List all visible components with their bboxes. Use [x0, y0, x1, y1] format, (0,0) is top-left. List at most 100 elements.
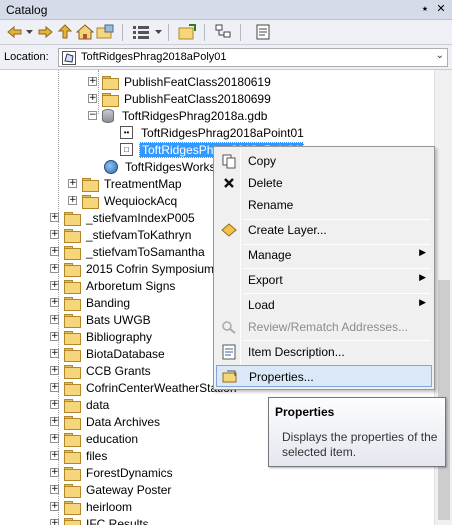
properties-icon — [217, 365, 243, 387]
back-icon[interactable] — [6, 23, 24, 41]
pin-icon[interactable]: ⭑ — [418, 2, 432, 17]
tree-item[interactable]: + PublishFeatClass20180699 — [88, 90, 273, 107]
folder-icon — [64, 262, 81, 277]
folder-icon — [64, 415, 81, 430]
expand-icon[interactable]: + — [50, 315, 59, 324]
tree-item[interactable]: + IFC Results — [50, 515, 151, 525]
tree-item[interactable]: + heirloom — [50, 498, 134, 515]
toggle-contents-icon[interactable] — [176, 23, 198, 41]
tree-item[interactable]: + education — [50, 430, 140, 447]
submenu-arrow-icon: ▶ — [419, 297, 426, 307]
expand-icon[interactable]: + — [50, 502, 59, 511]
tree-item[interactable]: + Gateway Poster — [50, 481, 173, 498]
tree-item[interactable]: ToftRidgesWorks — [104, 158, 217, 175]
menu-item-copy[interactable]: Copy — [216, 150, 432, 172]
tree-item[interactable]: + Data Archives — [50, 413, 162, 430]
delete-icon — [216, 172, 242, 194]
expand-icon[interactable]: + — [50, 519, 59, 525]
folder-icon — [64, 211, 81, 226]
expand-icon[interactable]: + — [88, 77, 97, 86]
review-icon — [216, 316, 242, 338]
submenu-arrow-icon: ▶ — [419, 247, 426, 257]
tree-item[interactable]: + PublishFeatClass20180619 — [88, 73, 273, 90]
expand-icon[interactable]: + — [50, 434, 59, 443]
folder-icon — [64, 330, 81, 345]
views-icon[interactable] — [130, 23, 152, 41]
folder-icon — [64, 313, 81, 328]
tree-item[interactable]: + CCB Grants — [50, 362, 153, 379]
folder-icon — [64, 364, 81, 379]
expand-icon[interactable]: + — [50, 417, 59, 426]
tree-item[interactable]: •• ToftRidgesPhrag2018aPoint01 — [120, 124, 306, 141]
tree-item[interactable]: + WequiockAcq — [68, 192, 179, 209]
expand-icon[interactable]: + — [50, 281, 59, 290]
tree-item[interactable]: + Arboretum Signs — [50, 277, 177, 294]
chevron-down-icon[interactable]: ⌄ — [436, 50, 444, 61]
tree-item[interactable]: + Bats UWGB — [50, 311, 153, 328]
tree-item[interactable]: + ForestDynamics — [50, 464, 175, 481]
tree-item[interactable]: + CofrinCenterWeatherStation — [50, 379, 239, 396]
expand-icon[interactable]: + — [50, 485, 59, 494]
options-icon[interactable] — [212, 23, 234, 41]
tree-item[interactable]: + data — [50, 396, 111, 413]
menu-item-manage[interactable]: Manage ▶ — [216, 244, 432, 266]
up-one-level-icon[interactable] — [56, 23, 74, 41]
menu-item-load[interactable]: Load ▶ — [216, 294, 432, 316]
expand-icon[interactable]: + — [50, 451, 59, 460]
collapse-icon[interactable]: − — [88, 111, 97, 120]
expand-icon[interactable]: + — [68, 196, 77, 205]
location-combo[interactable]: ToftRidgesPhrag2018aPoly01 ⌄ — [58, 48, 448, 67]
expand-icon[interactable]: + — [50, 298, 59, 307]
tree-item[interactable]: + _stiefvamIndexP005 — [50, 209, 197, 226]
expand-icon[interactable]: + — [50, 349, 59, 358]
menu-item-properties[interactable]: Properties... — [216, 365, 432, 387]
expand-icon[interactable]: + — [50, 230, 59, 239]
tree-item[interactable]: − ToftRidgesPhrag2018a.gdb — [88, 107, 269, 124]
window-title: Catalog — [6, 3, 48, 17]
folder-icon — [64, 466, 81, 481]
folder-icon — [64, 279, 81, 294]
views-dropdown-icon[interactable] — [152, 23, 164, 41]
polygon-feature-class-icon — [62, 51, 76, 68]
item-description-icon — [216, 341, 242, 363]
expand-icon[interactable]: + — [50, 468, 59, 477]
metadata-icon[interactable] — [252, 23, 274, 41]
tree-item[interactable]: + _stiefvamToKathryn — [50, 226, 193, 243]
connect-folder-icon[interactable] — [96, 23, 114, 41]
back-dropdown-icon[interactable] — [24, 23, 34, 41]
expand-icon[interactable]: + — [50, 332, 59, 341]
menu-item-item-description[interactable]: Item Description... — [216, 341, 432, 363]
tree-item[interactable]: + Banding — [50, 294, 132, 311]
expand-icon[interactable]: + — [50, 213, 59, 222]
menu-item-export[interactable]: Export ▶ — [216, 269, 432, 291]
menu-item-delete[interactable]: Delete — [216, 172, 432, 194]
tree-item[interactable]: + 2015 Cofrin Symposium — [50, 260, 216, 277]
tooltip-title: Properties — [275, 405, 335, 419]
tree-item[interactable]: + TreatmentMap — [68, 175, 184, 192]
context-menu: Copy Delete Rename Create Layer... Manag… — [213, 146, 435, 390]
tree-item[interactable]: + Bibliography — [50, 328, 154, 345]
tree-item[interactable]: + files — [50, 447, 109, 464]
home-icon[interactable] — [76, 23, 94, 41]
close-icon[interactable]: ✕ — [434, 2, 448, 17]
folder-icon — [82, 177, 99, 192]
forward-icon[interactable] — [36, 23, 54, 41]
expand-icon[interactable]: + — [50, 247, 59, 256]
expand-icon[interactable]: + — [68, 179, 77, 188]
folder-icon — [102, 75, 119, 90]
expand-icon[interactable]: + — [50, 400, 59, 409]
tree-item[interactable]: + _stiefvamToSamantha — [50, 243, 207, 260]
tree-item[interactable]: + BiotaDatabase — [50, 345, 167, 362]
menu-item-create-layer[interactable]: Create Layer... — [216, 219, 432, 241]
expand-icon[interactable]: + — [50, 264, 59, 273]
expand-icon[interactable]: + — [50, 366, 59, 375]
geodatabase-icon — [102, 108, 114, 123]
expand-icon[interactable]: + — [88, 94, 97, 103]
expand-icon[interactable]: + — [50, 383, 59, 392]
menu-item-rename[interactable]: Rename — [216, 194, 432, 216]
location-value: ToftRidgesPhrag2018aPoly01 — [81, 51, 227, 63]
folder-icon — [82, 194, 99, 209]
copy-icon — [216, 150, 242, 172]
folder-icon — [64, 432, 81, 447]
folder-icon — [64, 245, 81, 260]
